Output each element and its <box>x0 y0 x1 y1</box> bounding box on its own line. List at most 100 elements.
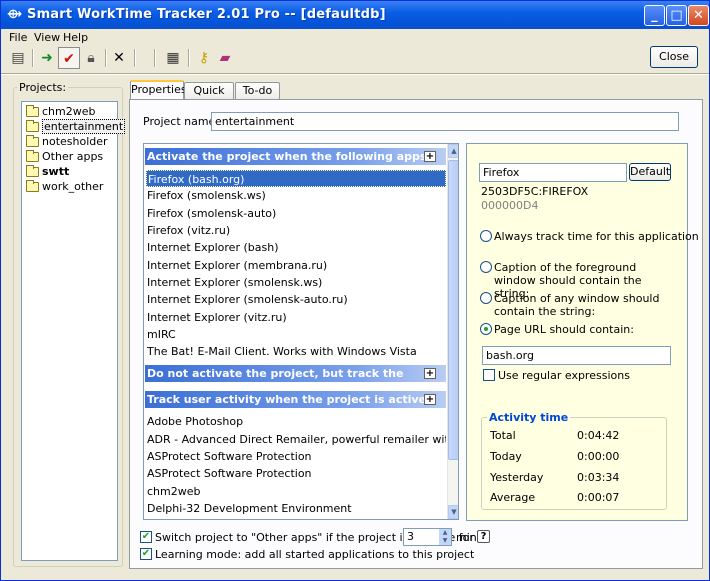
tab-properties[interactable]: Properties <box>130 80 187 100</box>
activity-yesterday-label: Yesterday <box>490 471 544 484</box>
toolbar-divider <box>1 73 709 75</box>
project-name-label: Project name: <box>143 115 220 128</box>
menu-view[interactable]: View <box>34 31 60 44</box>
applications-list[interactable]: Activate the project when the following … <box>143 143 459 520</box>
app-item[interactable]: Firefox (bash.org) <box>146 170 446 187</box>
section-user-header[interactable]: Track user activity when the project is … <box>145 391 446 408</box>
lock-icon[interactable]: 🔒︎ <box>80 47 102 69</box>
learning-mode-checkbox[interactable]: ✔ <box>140 548 152 560</box>
project-item-other-apps[interactable]: Other apps <box>24 150 103 164</box>
checkmark-icon[interactable]: ✔ <box>58 47 80 69</box>
window-title: Smart WorkTime Tracker 2.01 Pro -- [defa… <box>27 7 386 22</box>
app-item[interactable]: mIRC <box>146 326 446 343</box>
radio-always-track-label: Always track time for this application <box>494 230 699 243</box>
radio-always-track[interactable] <box>480 230 492 242</box>
new-project-icon[interactable]: ▤ <box>7 47 29 69</box>
help-icon[interactable]: ? <box>477 530 490 543</box>
toolbar-separator <box>154 49 156 67</box>
folder-icon <box>26 105 39 117</box>
vertical-scrollbar[interactable]: ▲ ▼ <box>447 144 458 519</box>
project-item-entertainment[interactable]: entertainment <box>24 119 126 134</box>
app-item[interactable]: ASProtect Software Protection <box>146 465 446 482</box>
app-item[interactable]: Firefox (vitz.ru) <box>146 222 446 239</box>
activity-today-value: 0:00:00 <box>577 450 620 463</box>
radio-caption-any[interactable] <box>480 292 492 304</box>
project-item-chm2web[interactable]: chm2web <box>24 105 95 119</box>
project-item-notesholder[interactable]: notesholder <box>24 135 108 149</box>
minutes-unit-label: min <box>456 531 477 544</box>
default-button[interactable]: Default <box>629 163 671 181</box>
scrollbar-thumb[interactable] <box>448 160 458 460</box>
section-track-header[interactable]: Do not activate the project, but track t… <box>145 365 446 397</box>
app-name-input[interactable]: Firefox <box>479 163 627 182</box>
toolbar: ▤ ➜ ✔ 🔒︎ ✕ ▦ ⚷ ▰ <box>1 47 709 69</box>
scroll-up-icon[interactable]: ▲ <box>448 144 458 158</box>
delete-x-icon[interactable]: ✕ <box>108 47 130 69</box>
minimize-button[interactable]: _ <box>644 5 665 26</box>
folder-icon <box>26 120 39 132</box>
project-item-swtt[interactable]: swtt <box>24 165 69 179</box>
menu-file[interactable]: File <box>9 31 27 44</box>
toolbar-separator <box>32 49 34 67</box>
app-item[interactable]: The Bat! E-Mail Client. Works with Windo… <box>146 343 446 360</box>
regex-label: Use regular expressions <box>498 369 630 382</box>
folder-icon <box>26 180 39 192</box>
app-logo-icon: ⟴ <box>7 7 23 22</box>
app-item[interactable]: Adobe Photoshop <box>146 413 446 430</box>
activity-total-label: Total <box>490 429 516 442</box>
book-icon[interactable]: ▰ <box>214 47 236 69</box>
radio-caption-foreground[interactable] <box>480 261 492 273</box>
projects-label: Projects: <box>17 81 69 94</box>
spinner-buttons[interactable]: ▲ ▼ <box>439 529 451 545</box>
maximize-button[interactable]: □ <box>666 5 687 26</box>
app-handle-text: 000000D4 <box>481 199 539 212</box>
activity-average-value: 0:00:07 <box>577 491 620 504</box>
activity-yesterday-value: 0:03:34 <box>577 471 620 484</box>
app-item[interactable]: Internet Explorer (smolensk.ws) <box>146 274 446 291</box>
folder-icon <box>26 150 39 162</box>
app-id-text: 2503DF5C:FIREFOX <box>481 185 589 198</box>
folder-icon <box>26 165 39 177</box>
section-activate-header[interactable]: Activate the project when the following … <box>145 148 446 180</box>
spin-down-icon[interactable]: ▼ <box>439 537 451 545</box>
app-item[interactable]: Firefox (smolensk.ws) <box>146 187 446 204</box>
projects-list[interactable]: chm2web entertainment notesholder Other … <box>21 101 126 561</box>
activity-total-value: 0:04:42 <box>577 429 620 442</box>
app-item[interactable]: Internet Explorer (smolensk-auto.ru) <box>146 291 446 308</box>
close-window-button[interactable]: ✕ <box>688 5 709 26</box>
scroll-down-icon[interactable]: ▼ <box>448 505 458 519</box>
inactive-minutes-spinner[interactable]: 3 ▲ ▼ <box>403 528 452 546</box>
app-item[interactable]: Firefox (smolensk-auto) <box>146 205 446 222</box>
app-item[interactable]: Internet Explorer (bash) <box>146 239 446 256</box>
radio-page-url-label: Page URL should contain: <box>494 323 634 336</box>
app-item[interactable]: Internet Explorer (membrana.ru) <box>146 257 446 274</box>
report-icon[interactable]: ▦ <box>162 47 184 69</box>
arrow-right-icon[interactable]: ➜ <box>36 47 58 69</box>
regex-checkbox[interactable] <box>483 369 495 381</box>
menu-bar: File View Help <box>1 29 709 47</box>
tab-quick-info[interactable]: Quick info <box>184 82 234 113</box>
tab-todo-list[interactable]: To-do list <box>235 82 280 113</box>
title-bar[interactable]: ⟴ Smart WorkTime Tracker 2.01 Pro -- [de… <box>1 1 709 29</box>
app-item[interactable]: chm2web <box>146 483 446 500</box>
toolbar-separator <box>188 49 190 67</box>
radio-page-url[interactable] <box>480 323 492 335</box>
expand-plus-icon[interactable]: + <box>424 151 436 162</box>
app-item[interactable]: ADR - Advanced Direct Remailer, powerful… <box>146 431 446 448</box>
switch-project-checkbox[interactable]: ✔ <box>140 531 152 543</box>
learning-mode-label: Learning mode: add all started applicati… <box>155 548 475 561</box>
close-button[interactable]: Close <box>650 46 698 68</box>
expand-plus-icon[interactable]: + <box>424 368 436 379</box>
radio-caption-any-label: Caption of any window should contain the… <box>494 292 660 318</box>
url-filter-input[interactable]: bash.org <box>482 346 671 365</box>
expand-plus-icon[interactable]: + <box>424 394 436 405</box>
app-item[interactable]: Internet Explorer (vitz.ru) <box>146 309 446 326</box>
spin-up-icon[interactable]: ▲ <box>439 529 451 537</box>
app-item[interactable]: ASProtect Software Protection <box>146 448 446 465</box>
key-icon[interactable]: ⚷ <box>193 47 215 69</box>
project-name-input[interactable]: entertainment <box>211 112 679 131</box>
project-item-work-other[interactable]: work_other <box>24 180 103 194</box>
menu-help[interactable]: Help <box>63 31 88 44</box>
folder-icon <box>26 135 39 147</box>
app-item[interactable]: Delphi-32 Development Environment <box>146 500 446 517</box>
